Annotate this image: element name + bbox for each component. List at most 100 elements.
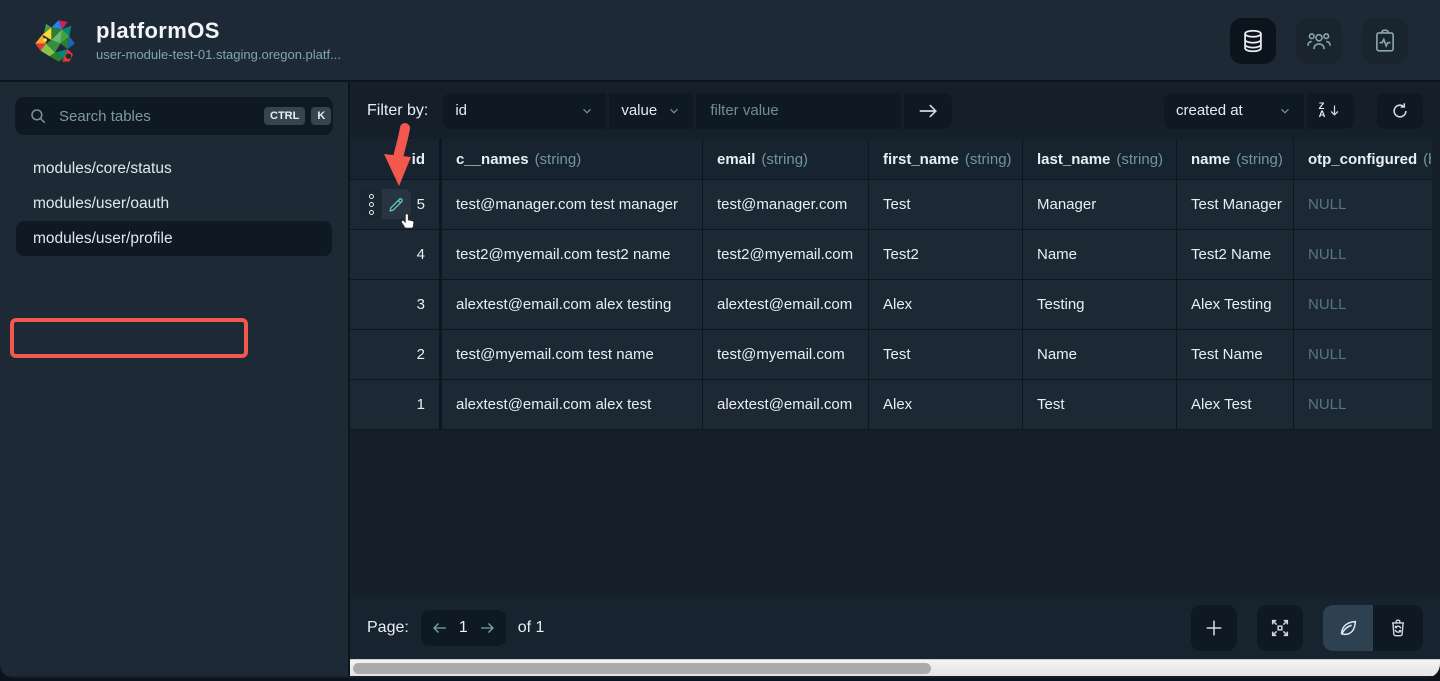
name-cell: Alex Testing <box>1177 280 1294 329</box>
table-body: 5 test@manager.com test manager test@man… <box>350 179 1432 430</box>
first-name-cell: Alex <box>869 380 1023 429</box>
add-record-button[interactable] <box>1191 605 1237 651</box>
table-row[interactable]: 5 test@manager.com test manager test@man… <box>350 179 1432 230</box>
first-name-cell: Test <box>869 330 1023 379</box>
id-cell: 1 <box>350 380 442 429</box>
table-row[interactable]: 2 test@myemail.com test name test@myemai… <box>350 330 1432 380</box>
filter-field-select[interactable]: id <box>443 93 606 129</box>
users-icon <box>1306 28 1332 54</box>
id-cell: 5 <box>350 180 442 229</box>
otp-cell: NULL <box>1294 330 1431 379</box>
data-table: id c__names(string) email(string) first_… <box>350 139 1432 430</box>
otp-cell: NULL <box>1294 380 1431 429</box>
horizontal-scrollbar-thumb[interactable] <box>353 663 931 674</box>
c-names-cell: test@myemail.com test name <box>442 330 703 379</box>
arrow-right-icon <box>917 100 939 122</box>
id-cell: 2 <box>350 330 442 379</box>
app-window: platformOS user-module-test-01.staging.o… <box>0 0 1440 678</box>
sidebar-item-core-status[interactable]: modules/core/status <box>0 151 348 186</box>
c-names-cell: alextest@email.com alex test <box>442 380 703 429</box>
tables-list: modules/core/status modules/user/oauth m… <box>0 151 348 256</box>
table-footer: Page: 1 of 1 <box>350 597 1440 659</box>
row-actions <box>360 189 411 219</box>
page-pill: 1 <box>421 610 506 646</box>
filter-operator-select[interactable]: value <box>609 93 693 129</box>
row-edit-button[interactable] <box>382 189 411 219</box>
filter-field-value: id <box>455 102 467 119</box>
column-header-last-name[interactable]: last_name(string) <box>1023 139 1177 179</box>
column-header-name[interactable]: name(string) <box>1177 139 1294 179</box>
database-nav-button[interactable] <box>1230 18 1276 64</box>
refresh-icon <box>1389 100 1411 122</box>
deleted-records-toggle[interactable] <box>1373 605 1423 651</box>
chevron-down-icon <box>1278 104 1292 118</box>
first-name-cell: Test2 <box>869 230 1023 279</box>
name-cell: Alex Test <box>1177 380 1294 429</box>
column-header-first-name[interactable]: first_name(string) <box>869 139 1023 179</box>
chevron-down-icon <box>580 104 594 118</box>
previous-page-button[interactable] <box>431 619 449 637</box>
otp-cell: NULL <box>1294 280 1431 329</box>
arrow-left-icon <box>431 619 449 637</box>
arrow-down-icon <box>1327 103 1342 118</box>
expand-icon <box>1269 617 1291 639</box>
sidebar-item-user-profile[interactable]: modules/user/profile <box>16 221 332 256</box>
main-panel: Filter by: id value <box>350 82 1440 676</box>
name-cell: Test Name <box>1177 330 1294 379</box>
email-cell: test@myemail.com <box>703 330 869 379</box>
arrow-right-icon <box>478 619 496 637</box>
email-cell: test@manager.com <box>703 180 869 229</box>
plus-icon <box>1203 617 1225 639</box>
filter-value-input[interactable] <box>696 93 901 129</box>
column-header-c-names[interactable]: c__names(string) <box>442 139 703 179</box>
next-page-button[interactable] <box>478 619 496 637</box>
first-name-cell: Test <box>869 180 1023 229</box>
search-icon <box>29 107 47 125</box>
horizontal-scrollbar[interactable] <box>350 659 1440 676</box>
last-name-cell: Testing <box>1023 280 1177 329</box>
column-header-otp-configured[interactable]: otp_configured(b <box>1294 139 1431 179</box>
header-actions <box>1230 18 1408 64</box>
id-cell: 3 <box>350 280 442 329</box>
table-row[interactable]: 3 alextest@email.com alex testing alexte… <box>350 280 1432 330</box>
trash-restore-icon <box>1387 617 1409 639</box>
app-header: platformOS user-module-test-01.staging.o… <box>0 0 1440 82</box>
first-name-cell: Alex <box>869 280 1023 329</box>
c-names-cell: test@manager.com test manager <box>442 180 703 229</box>
email-cell: alextest@email.com <box>703 380 869 429</box>
row-menu-button[interactable] <box>360 189 382 219</box>
table-row[interactable]: 4 test2@myemail.com test2 name test2@mye… <box>350 230 1432 280</box>
search-tables-box[interactable]: CTRL K <box>15 97 333 135</box>
column-header-email[interactable]: email(string) <box>703 139 869 179</box>
sidebar-item-user-oauth[interactable]: modules/user/oauth <box>0 186 348 221</box>
sort-field-select[interactable]: created at <box>1164 93 1304 129</box>
current-page: 1 <box>459 619 468 637</box>
app-title: platformOS <box>96 18 341 44</box>
id-cell: 4 <box>350 230 442 279</box>
refresh-button[interactable] <box>1377 93 1423 129</box>
sort-direction-button[interactable]: Z A <box>1307 93 1354 129</box>
pencil-icon <box>388 196 405 213</box>
leaf-icon <box>1337 617 1359 639</box>
email-cell: test2@myemail.com <box>703 230 869 279</box>
apply-filter-button[interactable] <box>904 93 952 129</box>
last-name-cell: Test <box>1023 380 1177 429</box>
sidebar: CTRL K modules/core/status modules/user/… <box>0 82 350 676</box>
users-nav-button[interactable] <box>1296 18 1342 64</box>
annotation-rectangle <box>10 318 248 358</box>
table-row[interactable]: 1 alextest@email.com alex test alextest@… <box>350 380 1432 430</box>
otp-cell: NULL <box>1294 180 1431 229</box>
platformos-logo-icon <box>28 13 82 67</box>
email-cell: alextest@email.com <box>703 280 869 329</box>
otp-cell: NULL <box>1294 230 1431 279</box>
live-records-toggle[interactable] <box>1323 605 1373 651</box>
column-header-id[interactable]: id <box>350 139 442 179</box>
instance-url: user-module-test-01.staging.oregon.platf… <box>96 47 341 62</box>
search-tables-input[interactable] <box>59 108 258 125</box>
page-label: Page: <box>367 619 409 637</box>
last-name-cell: Manager <box>1023 180 1177 229</box>
database-icon <box>1240 28 1266 54</box>
activity-log-nav-button[interactable] <box>1362 18 1408 64</box>
c-names-cell: alextest@email.com alex testing <box>442 280 703 329</box>
expand-view-button[interactable] <box>1257 605 1303 651</box>
